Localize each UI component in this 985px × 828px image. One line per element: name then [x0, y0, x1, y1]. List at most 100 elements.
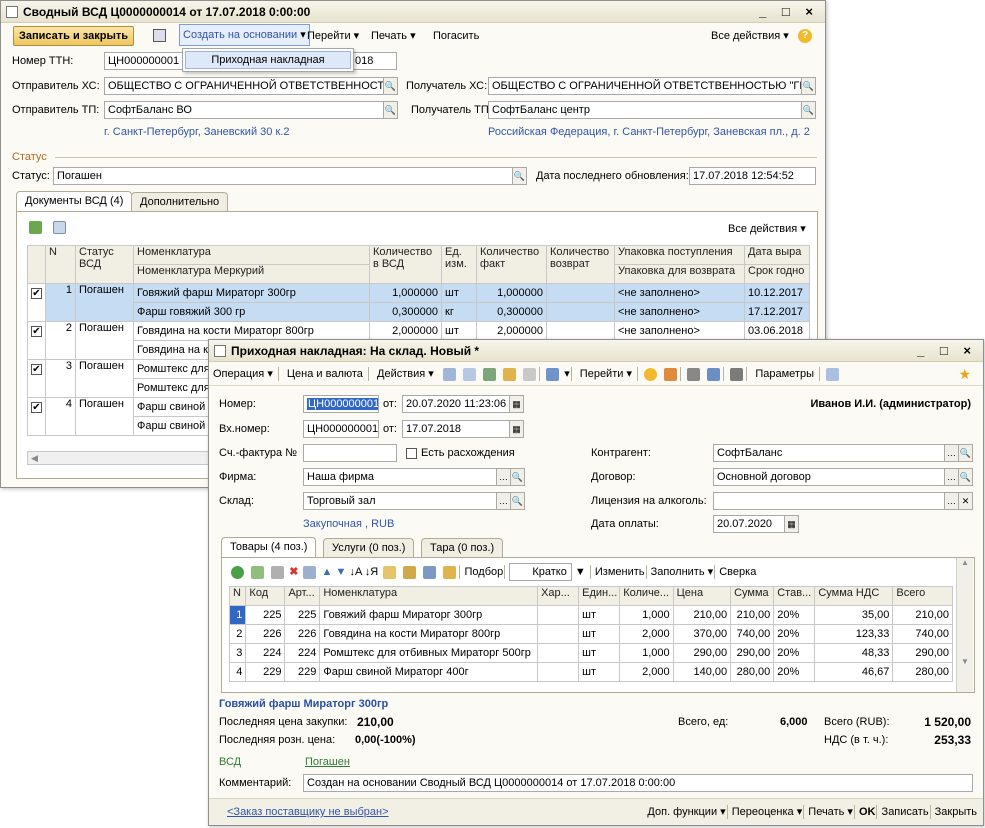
col-rate[interactable]: Став...	[773, 586, 816, 606]
ellipsis-icon[interactable]: …	[944, 469, 958, 485]
discrepancy-checkbox[interactable]	[406, 448, 417, 459]
chevron-down-icon[interactable]: ▼	[575, 566, 589, 578]
col-code[interactable]: Код	[245, 586, 286, 606]
brief-select[interactable]: Кратко	[509, 563, 572, 581]
params-button[interactable]: Параметры	[751, 362, 818, 386]
status-field[interactable]: Погашен 🔍	[53, 167, 527, 185]
search-icon[interactable]: 🔍	[510, 469, 524, 485]
all-actions-grid-menu[interactable]: Все действия ▾	[728, 222, 806, 235]
print-menu[interactable]: Печать ▾	[808, 806, 853, 818]
search-icon[interactable]: 🔍	[958, 445, 972, 461]
end-edit-icon[interactable]	[303, 565, 317, 579]
receiver-hs-field[interactable]: ОБЩЕСТВО С ОГРАНИЧЕННОЙ ОТВЕТСТВЕННОСТЬЮ…	[488, 77, 816, 95]
ttn-date-field[interactable]: 018	[351, 52, 397, 70]
supplier-order-link[interactable]: <Заказ поставщику не выбран>	[227, 799, 389, 825]
ellipsis-icon[interactable]: …	[496, 493, 510, 509]
col-qty[interactable]: Количество в ВСД	[369, 245, 442, 284]
window-controls[interactable]: _ □ ×	[917, 340, 977, 361]
all-actions-menu[interactable]: Все действия ▾	[711, 24, 789, 48]
clear-icon[interactable]: ✕	[958, 493, 972, 509]
print-menu[interactable]: Печать ▾	[371, 24, 416, 48]
table-row[interactable]: 2 226 226 Говядина на кости Мираторг 800…	[228, 624, 953, 644]
col-date2[interactable]: Срок годно	[744, 264, 810, 284]
tab-additional[interactable]: Дополнительно	[131, 192, 229, 212]
table-row[interactable]: ✔ 1 Погашен Говяжий фарш Мираторг 300гр …	[27, 283, 810, 322]
search-icon[interactable]: 🔍	[510, 493, 524, 509]
post-icon[interactable]	[442, 367, 456, 381]
settings-list-icon[interactable]	[707, 367, 721, 381]
number-field[interactable]: ЦН000000001	[303, 395, 379, 413]
search-icon[interactable]: 🔍	[383, 78, 397, 94]
updated-field[interactable]: 17.07.2018 12:54:52	[689, 167, 816, 185]
search-icon[interactable]: 🔍	[383, 102, 397, 118]
fill-menu[interactable]: Заполнить ▾	[651, 566, 714, 578]
search-icon[interactable]: 🔍	[801, 78, 815, 94]
change-button[interactable]: Изменить	[595, 566, 645, 578]
menu-item-receipt[interactable]: Приходная накладная	[185, 51, 351, 69]
warehouse-field[interactable]: Торговый зал … 🔍	[303, 492, 525, 510]
comment-field[interactable]: Создан на основании Сводный ВСД Ц0000000…	[303, 774, 973, 792]
row-checkbox[interactable]: ✔	[31, 288, 42, 299]
structure-icon[interactable]	[546, 367, 560, 381]
col-date[interactable]: Дата выра	[744, 245, 810, 265]
repay-button[interactable]: Погасить	[433, 24, 479, 48]
contract-field[interactable]: Основной договор … 🔍	[713, 468, 973, 486]
sender-tp-field[interactable]: СофтБаланс ВО 🔍	[104, 101, 398, 119]
col-nom[interactable]: Номенклатура	[319, 586, 539, 606]
col-qty-ret[interactable]: Количество возврат	[546, 245, 615, 284]
in-date-field[interactable]: 17.07.2018 ▦	[402, 420, 524, 438]
reprice-menu[interactable]: Переоценка ▾	[732, 806, 803, 818]
save-icon[interactable]	[153, 29, 166, 42]
ttn-field[interactable]: ЦН000000001	[104, 52, 184, 70]
col-qty[interactable]: Количе...	[619, 586, 674, 606]
add-icon[interactable]	[231, 565, 244, 579]
col-nom[interactable]: Номенклатура	[133, 245, 370, 265]
operation-menu[interactable]: Операция ▾	[209, 362, 277, 386]
delete-icon[interactable]: ✖	[289, 566, 298, 578]
pay-date-field[interactable]: 20.07.2020 ▦	[713, 515, 799, 533]
table-row[interactable]: 4 229 229 Фарш свиной Мираторг 400г шт 2…	[228, 662, 953, 682]
refresh-icon[interactable]	[482, 367, 496, 381]
row-checkbox[interactable]: ✔	[31, 326, 42, 337]
sort-asc-icon[interactable]: ↓A	[349, 566, 361, 578]
list-icon[interactable]	[687, 367, 701, 381]
firm-field[interactable]: Наша фирма … 🔍	[303, 468, 525, 486]
deselect-all-icon[interactable]	[53, 221, 66, 234]
ellipsis-icon[interactable]: …	[944, 445, 958, 461]
paste2-icon[interactable]	[403, 565, 417, 579]
copy-doc-icon[interactable]	[503, 367, 517, 381]
check-button[interactable]: Сверка	[719, 566, 756, 578]
report-icon[interactable]	[826, 367, 840, 381]
help-icon[interactable]: ?	[798, 29, 812, 43]
row-checkbox[interactable]: ✔	[31, 364, 42, 375]
print-icon[interactable]	[730, 367, 744, 381]
table-row[interactable]: Фарш говяжий 300 гр 0,300000 кг 0,300000…	[28, 302, 810, 322]
col-char[interactable]: Хар...	[537, 586, 580, 606]
col-vat[interactable]: Сумма НДС	[814, 586, 894, 606]
select-button[interactable]: Подбор	[465, 566, 504, 578]
calendar-icon[interactable]: ▦	[784, 516, 798, 532]
extra-functions-menu[interactable]: Доп. функции ▾	[647, 806, 725, 818]
tab-goods[interactable]: Товары (4 поз.)	[221, 537, 317, 558]
edit-icon[interactable]	[271, 565, 285, 579]
save-button[interactable]: Записать	[882, 806, 929, 818]
goto-menu[interactable]: Перейти ▾	[307, 24, 359, 48]
save-close-button[interactable]: Записать и закрыть	[13, 26, 135, 46]
move-down-icon[interactable]: ▼	[335, 566, 346, 578]
calendar-icon[interactable]: ▦	[509, 421, 523, 437]
col-art[interactable]: Арт...	[284, 586, 321, 606]
ok-button[interactable]: OK	[859, 806, 876, 818]
select-all-icon[interactable]	[29, 221, 42, 234]
col-pack2[interactable]: Упаковка для возврата	[614, 264, 745, 284]
create-basis-button[interactable]: Создать на основании ▾	[179, 24, 310, 46]
col-sum[interactable]: Сумма	[730, 586, 775, 606]
unpost-icon[interactable]	[462, 367, 476, 381]
col-price[interactable]: Цена	[672, 586, 732, 606]
table-row[interactable]: 1 225 225 Говяжий фарш Мираторг 300гр шт…	[228, 605, 953, 625]
tab-containers[interactable]: Тара (0 поз.)	[421, 538, 504, 558]
table-row[interactable]: 3 224 224 Ромштекс для отбивных Мираторг…	[228, 643, 953, 663]
license-field[interactable]: … ✕	[713, 492, 973, 510]
price-type-link[interactable]: Закупочная , RUB	[303, 515, 394, 533]
ellipsis-icon[interactable]: …	[496, 469, 510, 485]
import-icon[interactable]	[423, 565, 437, 579]
